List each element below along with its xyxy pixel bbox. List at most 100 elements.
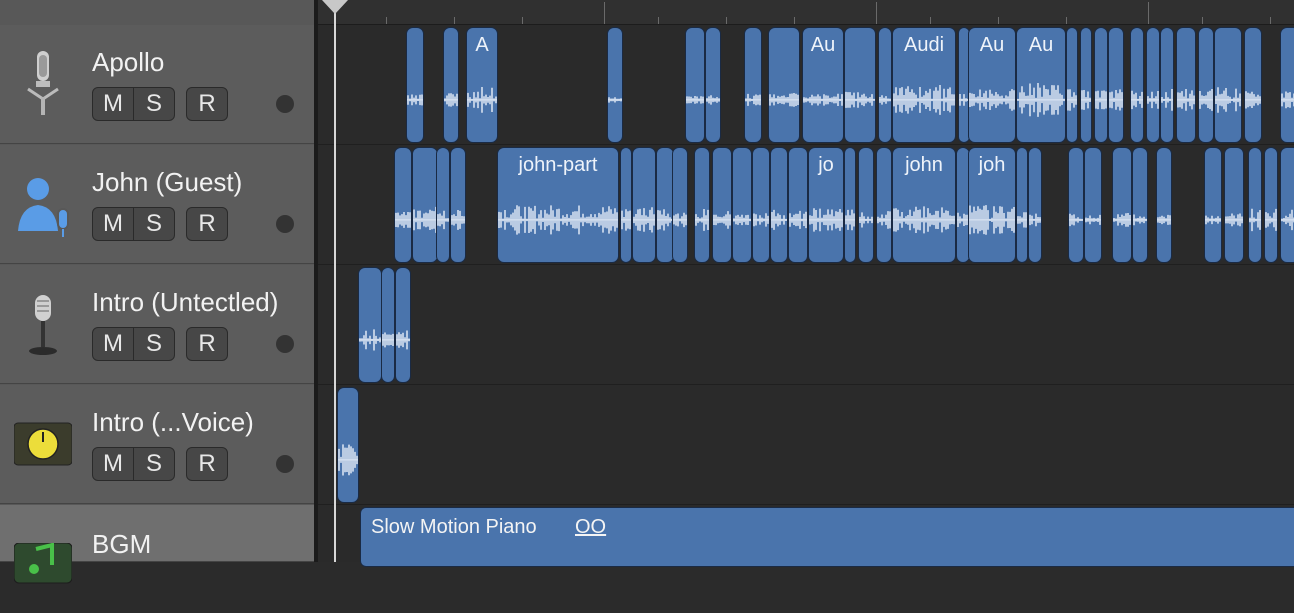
audio-region[interactable] [412,147,438,263]
audio-region[interactable] [694,147,710,263]
audio-region[interactable] [1146,27,1160,143]
audio-region[interactable] [1130,27,1144,143]
mute-button[interactable]: M [92,87,134,121]
audio-region[interactable]: john-part [497,147,619,263]
playhead-handle[interactable] [322,0,348,14]
track-header-intro-voice[interactable]: Intro (...Voice) M S R [0,385,314,504]
input-monitor-dot[interactable] [276,455,294,473]
audio-region[interactable] [1084,147,1102,263]
audio-region[interactable] [381,267,395,383]
audio-region[interactable] [450,147,466,263]
lane-intro-voice[interactable] [318,385,1294,505]
audio-region[interactable] [1244,27,1262,143]
audio-region[interactable] [770,147,788,263]
waveform [1157,214,1171,225]
mute-button[interactable]: M [92,327,134,361]
solo-button[interactable]: S [133,87,175,121]
track-header-intro-untectled[interactable]: Intro (Untectled) M S R [0,265,314,384]
waveform [1249,208,1261,232]
audio-region[interactable] [1156,147,1172,263]
audio-region[interactable] [705,27,721,143]
audio-region[interactable] [1066,27,1078,143]
ruler-tick [454,17,455,24]
record-button[interactable]: R [186,87,228,121]
audio-region[interactable] [607,27,623,143]
audio-region[interactable] [1028,147,1042,263]
audio-region[interactable] [732,147,752,263]
lane-intro-untectled[interactable] [318,265,1294,385]
waveform [407,94,423,106]
input-monitor-dot[interactable] [276,95,294,113]
ruler-tick-major [1148,2,1149,24]
audio-region[interactable] [878,27,892,143]
audio-region[interactable] [1176,27,1196,143]
track-header-apollo[interactable]: Apollo M S R [0,25,314,144]
audio-region[interactable] [1094,27,1108,143]
audio-region[interactable] [752,147,770,263]
audio-region[interactable] [768,27,800,143]
track-header-john[interactable]: John (Guest) M S R [0,145,314,264]
waveform [1177,89,1195,111]
audio-region[interactable] [712,147,732,263]
waveform [395,212,411,228]
audio-region[interactable]: Au [968,27,1016,143]
audio-region[interactable] [406,27,424,143]
input-monitor-dot[interactable] [276,215,294,233]
audio-region[interactable] [1016,147,1028,263]
audio-region[interactable]: john [892,147,956,263]
solo-button[interactable]: S [133,447,175,481]
audio-region[interactable] [876,147,892,263]
audio-region[interactable] [1080,27,1092,143]
audio-region[interactable] [1214,27,1242,143]
playhead[interactable] [334,0,336,562]
audio-region[interactable] [1160,27,1174,143]
audio-region[interactable] [844,147,856,263]
audio-region[interactable] [1224,147,1244,263]
audio-region[interactable] [1280,27,1294,143]
audio-region[interactable]: A [466,27,498,143]
waveform [789,210,807,229]
audio-region[interactable] [436,147,450,263]
audio-region[interactable]: Au [802,27,844,143]
audio-region[interactable] [394,147,412,263]
audio-region[interactable] [685,27,705,143]
record-button[interactable]: R [186,207,228,241]
audio-region[interactable] [443,27,459,143]
audio-region[interactable] [844,27,876,143]
audio-region[interactable] [620,147,632,263]
record-button[interactable]: R [186,327,228,361]
solo-button[interactable]: S [133,327,175,361]
mute-button[interactable]: M [92,447,134,481]
record-button[interactable]: R [186,447,228,481]
region-label: Audi [903,34,945,56]
track-header-bgm[interactable]: BGM [0,505,314,584]
audio-region[interactable] [672,147,688,263]
waveform [1069,213,1083,227]
audio-region[interactable] [632,147,656,263]
timeline-ruler[interactable] [318,0,1294,25]
audio-region[interactable] [1280,147,1294,263]
audio-region[interactable] [395,267,411,383]
input-monitor-dot[interactable] [276,335,294,353]
audio-region[interactable] [1204,147,1222,263]
audio-region[interactable]: joh [968,147,1016,263]
audio-region[interactable] [1198,27,1214,143]
audio-region[interactable]: Au [1016,27,1066,143]
audio-region[interactable] [1132,147,1148,263]
audio-region[interactable] [1108,27,1124,143]
audio-region[interactable] [337,387,359,503]
audio-region[interactable] [744,27,762,143]
audio-region[interactable] [358,267,382,383]
bgm-region[interactable]: Slow Motion Piano OO [360,507,1294,567]
audio-region[interactable] [1264,147,1278,263]
mute-button[interactable]: M [92,207,134,241]
audio-region[interactable] [1068,147,1084,263]
waveform [444,93,458,107]
audio-region[interactable] [1248,147,1262,263]
audio-region[interactable]: Audi [892,27,956,143]
solo-button[interactable]: S [133,207,175,241]
audio-region[interactable] [1112,147,1132,263]
audio-region[interactable] [858,147,874,263]
audio-region[interactable]: jo [808,147,844,263]
audio-region[interactable] [788,147,808,263]
